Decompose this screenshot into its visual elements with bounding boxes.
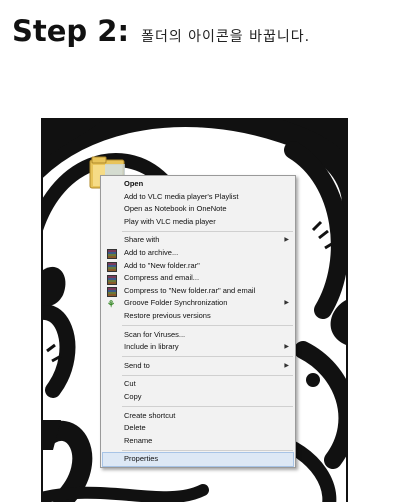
menu-item-label: Send to	[124, 360, 150, 370]
menu-separator	[122, 374, 293, 376]
menu-item-label: Properties	[124, 454, 159, 464]
step-header: Step 2: 폴더의 아이콘을 바꿉니다.	[12, 14, 310, 48]
step-description: 폴더의 아이콘을 바꿉니다.	[141, 29, 311, 45]
menu-item-rename[interactable]: Rename	[101, 435, 295, 448]
menu-item-send-to[interactable]: Send to ▶	[101, 360, 295, 373]
submenu-arrow-icon: ▶	[284, 362, 289, 369]
submenu-arrow-icon: ▶	[284, 344, 289, 351]
menu-item-properties[interactable]: Properties	[102, 452, 294, 467]
menu-item-add-to-archive[interactable]: Add to archive...	[101, 247, 295, 260]
menu-item-compress-and-email[interactable]: Compress and email...	[101, 272, 295, 285]
menu-item-cut[interactable]: Cut	[101, 378, 295, 391]
menu-item-label: Restore previous versions	[124, 310, 211, 320]
menu-item-compress-to-new-folder-rar-and-email[interactable]: Compress to "New folder.rar" and email	[101, 285, 295, 298]
winrar-icon	[107, 262, 117, 273]
menu-item-label: Open	[124, 179, 144, 188]
desktop-screenshot: Open Add to VLC media player's Playlist Op…	[41, 118, 348, 502]
menu-separator	[122, 406, 293, 407]
menu-item-open[interactable]: Open	[101, 178, 295, 191]
menu-item-label: Scan for Viruses...	[124, 329, 186, 339]
menu-separator	[122, 356, 293, 358]
menu-item-label: Add to "New folder.rar"	[124, 260, 200, 270]
menu-item-create-shortcut[interactable]: Create shortcut	[101, 410, 295, 423]
menu-item-scan-for-viruses[interactable]: Scan for Viruses...	[101, 329, 295, 342]
menu-item-copy[interactable]: Copy	[101, 391, 295, 404]
menu-item-label: Cut	[124, 379, 136, 389]
menu-separator	[122, 449, 293, 451]
menu-item-label: Delete	[124, 423, 146, 433]
groove-icon: ⚘	[107, 298, 116, 309]
menu-item-label: Compress and email...	[124, 273, 200, 283]
menu-item-delete[interactable]: Delete	[101, 422, 295, 435]
menu-item-label: Groove Folder Synchronization	[124, 298, 228, 308]
menu-item-label: Create shortcut	[124, 410, 176, 420]
submenu-arrow-icon: ▶	[284, 237, 289, 244]
menu-item-restore-previous-versions[interactable]: Restore previous versions	[101, 310, 295, 323]
menu-item-label: Share with	[124, 235, 160, 245]
menu-item-include-in-library[interactable]: Include in library ▶	[101, 341, 295, 354]
context-menu: Open Add to VLC media player's Playlist Op…	[100, 175, 296, 468]
menu-item-label: Rename	[124, 435, 153, 445]
menu-separator	[122, 325, 293, 327]
menu-item-add-to-vlc-media-player-s-playlist[interactable]: Add to VLC media player's Playlist	[101, 191, 295, 204]
menu-item-label: Copy	[124, 391, 142, 401]
menu-item-label: Compress to "New folder.rar" and email	[124, 285, 256, 295]
menu-item-groove-folder-synchronization[interactable]: ⚘ Groove Folder Synchronization ▶	[101, 297, 295, 310]
menu-item-label: Include in library	[124, 342, 179, 352]
step-label: Step 2:	[12, 14, 130, 48]
menu-item-label: Play with VLC media player	[124, 216, 216, 226]
menu-item-play-with-vlc-media-player[interactable]: Play with VLC media player	[101, 216, 295, 229]
menu-item-add-to-new-folder-rar[interactable]: Add to "New folder.rar"	[101, 260, 295, 273]
winrar-icon	[107, 274, 117, 285]
menu-item-share-with[interactable]: Share with ▶	[101, 234, 295, 247]
menu-item-label: Open as Notebook in OneNote	[124, 204, 227, 214]
menu-item-label: Add to archive...	[124, 247, 179, 257]
menu-separator	[122, 230, 293, 232]
winrar-icon	[107, 249, 117, 260]
winrar-icon	[107, 287, 117, 298]
menu-item-open-as-notebook-in-onenote[interactable]: Open as Notebook in OneNote	[101, 203, 295, 216]
submenu-arrow-icon: ▶	[284, 300, 289, 307]
menu-item-label: Add to VLC media player's Playlist	[124, 191, 239, 201]
